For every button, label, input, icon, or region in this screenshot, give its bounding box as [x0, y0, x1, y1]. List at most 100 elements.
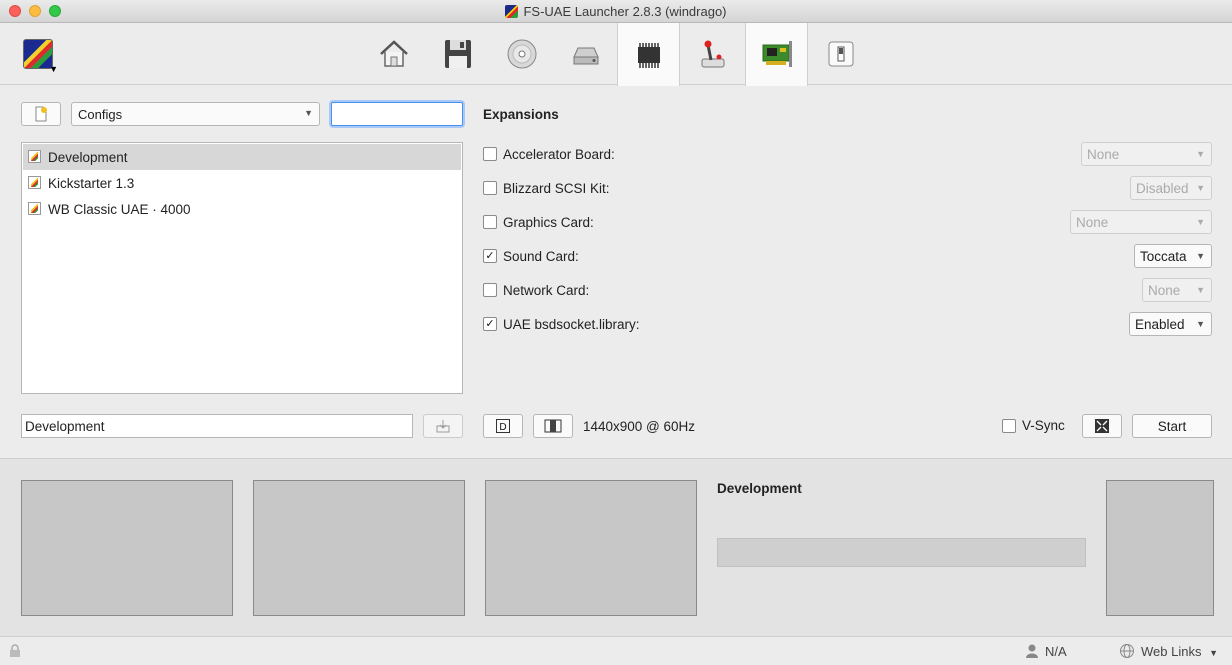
- resolution-text: 1440x900 @ 60Hz: [583, 419, 696, 434]
- hard-drive-icon: [572, 47, 599, 65]
- tab-home[interactable]: [362, 23, 425, 85]
- search-input[interactable]: [331, 102, 463, 126]
- config-icon: [28, 202, 41, 215]
- user-icon: [1026, 644, 1038, 658]
- chevron-down-icon: ▼: [1196, 285, 1205, 295]
- blizzard-scsi-checkbox[interactable]: [483, 181, 497, 195]
- list-item[interactable]: Development: [23, 144, 461, 170]
- bsdsocket-label: UAE bsdsocket.library:: [503, 316, 640, 332]
- expansions-heading: Expansions: [483, 107, 559, 122]
- vsync-label: V-Sync: [1022, 418, 1065, 433]
- fullscreen-button[interactable]: [1082, 414, 1122, 438]
- chevron-down-icon: ▼: [304, 108, 313, 118]
- app-icon: [505, 5, 519, 18]
- window-title-text: FS-UAE Launcher 2.8.3 (windrago): [523, 4, 727, 19]
- joystick-icon: [701, 40, 724, 68]
- tab-input[interactable]: [681, 23, 744, 85]
- switch-icon: [828, 41, 853, 67]
- config-icon: [28, 150, 41, 163]
- list-item[interactable]: Kickstarter 1.3: [23, 170, 461, 196]
- screenshot-slot: [485, 480, 697, 616]
- bsdsocket-select[interactable]: Enabled ▼: [1129, 312, 1212, 336]
- vsync-toggle[interactable]: V-Sync: [1002, 418, 1065, 433]
- config-list[interactable]: Development Kickstarter 1.3 WB Classic U…: [21, 142, 463, 394]
- cdrom-icon: [507, 39, 536, 69]
- graphics-card-label: Graphics Card:: [503, 214, 594, 230]
- web-links-menu[interactable]: Web Links ▼: [1141, 644, 1218, 659]
- blizzard-scsi-select[interactable]: Disabled ▼: [1130, 176, 1212, 200]
- save-config-button[interactable]: [423, 414, 463, 438]
- screenshot-slot: [253, 480, 465, 616]
- chevron-down-icon: ▼: [49, 64, 58, 74]
- tab-additional[interactable]: [809, 23, 872, 85]
- sound-card-select[interactable]: Toccata ▼: [1134, 244, 1212, 268]
- main-menu-button[interactable]: ▼: [23, 39, 58, 74]
- network-card-row: Network Card:: [483, 280, 589, 300]
- chevron-down-icon: ▼: [1196, 251, 1205, 261]
- configs-dropdown-value: Configs: [78, 107, 123, 122]
- start-label: Start: [1157, 418, 1187, 434]
- tab-cdroms[interactable]: [490, 23, 553, 85]
- graphics-card-select[interactable]: None ▼: [1070, 210, 1212, 234]
- lock-icon[interactable]: [8, 644, 22, 658]
- chevron-down-icon: ▼: [1196, 217, 1205, 227]
- preview-info-bar: [717, 538, 1086, 567]
- accelerator-board-checkbox[interactable]: [483, 147, 497, 161]
- chevron-down-icon: ▼: [1196, 183, 1205, 193]
- sound-card-checkbox[interactable]: ✓: [483, 249, 497, 263]
- bsdsocket-row: ✓ UAE bsdsocket.library:: [483, 314, 640, 334]
- tab-expansions[interactable]: [745, 23, 808, 86]
- new-document-icon: [35, 106, 47, 122]
- home-icon: [379, 40, 408, 67]
- accelerator-board-label: Accelerator Board:: [503, 146, 615, 162]
- config-name-value: Development: [25, 419, 105, 434]
- tab-hard-drives[interactable]: [554, 23, 617, 85]
- blizzard-scsi-label: Blizzard SCSI Kit:: [503, 180, 610, 196]
- sound-card-value: Toccata: [1140, 249, 1187, 264]
- save-icon: [436, 420, 450, 433]
- vsync-checkbox[interactable]: [1002, 418, 1016, 433]
- bsdsocket-checkbox[interactable]: ✓: [483, 317, 497, 331]
- network-card-select[interactable]: None ▼: [1142, 278, 1212, 302]
- sound-card-label: Sound Card:: [503, 248, 579, 264]
- new-config-button[interactable]: [21, 102, 61, 126]
- fullscreen-icon: [1095, 419, 1109, 433]
- config-name-field[interactable]: Development: [21, 414, 413, 438]
- aspect-button[interactable]: [533, 414, 573, 438]
- network-card-value: None: [1148, 283, 1181, 298]
- list-item-label: Development: [48, 149, 128, 165]
- chip-icon: [637, 42, 660, 68]
- expansion-card-icon: [762, 40, 792, 67]
- tab-hardware[interactable]: [617, 23, 680, 86]
- web-links-label: Web Links: [1141, 644, 1202, 659]
- graphics-card-row: Graphics Card:: [483, 212, 594, 232]
- sound-card-row: ✓ Sound Card:: [483, 246, 579, 266]
- user-status-text: N/A: [1045, 644, 1067, 659]
- toolbar: ▼: [0, 23, 1232, 86]
- accelerator-board-value: None: [1087, 147, 1120, 162]
- chevron-down-icon: ▼: [1209, 648, 1219, 658]
- blizzard-scsi-value: Disabled: [1136, 181, 1189, 196]
- tab-floppies[interactable]: [426, 23, 489, 85]
- window-title: FS-UAE Launcher 2.8.3 (windrago): [0, 4, 1232, 19]
- globe-icon: [1120, 644, 1134, 658]
- chevron-down-icon: ▼: [1196, 319, 1205, 329]
- accelerator-board-select[interactable]: None ▼: [1081, 142, 1212, 166]
- display-d-icon: D: [496, 419, 510, 433]
- blizzard-scsi-row: Blizzard SCSI Kit:: [483, 178, 610, 198]
- graphics-card-checkbox[interactable]: [483, 215, 497, 229]
- bsdsocket-value: Enabled: [1135, 317, 1185, 332]
- list-item-label: WB Classic UAE · 4000: [48, 201, 191, 217]
- cover-slot: [1106, 480, 1214, 616]
- floppy-icon: [444, 40, 471, 68]
- screenshot-slot: [21, 480, 233, 616]
- preview-title: Development: [717, 481, 802, 496]
- svg-text:D: D: [499, 422, 506, 433]
- network-card-checkbox[interactable]: [483, 283, 497, 297]
- start-button[interactable]: Start: [1132, 414, 1212, 438]
- display-button[interactable]: D: [483, 414, 523, 438]
- chevron-down-icon: ▼: [1196, 149, 1205, 159]
- accelerator-board-row: Accelerator Board:: [483, 144, 615, 164]
- configs-dropdown[interactable]: Configs ▼: [71, 102, 320, 126]
- list-item[interactable]: WB Classic UAE · 4000: [23, 196, 461, 222]
